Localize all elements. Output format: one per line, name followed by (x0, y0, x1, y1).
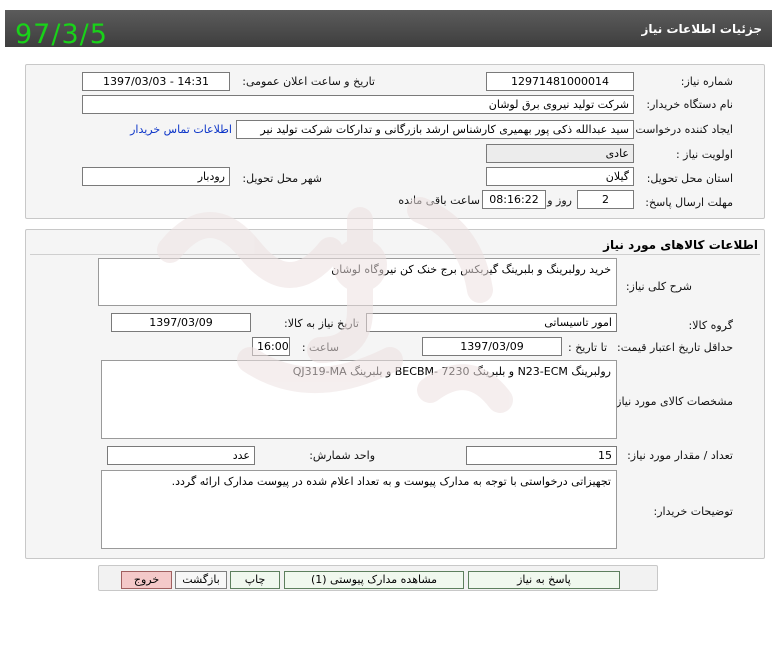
attachments-button[interactable]: مشاهده مدارک پیوستی (1) (284, 571, 464, 589)
page-header: 97/3/5 جزئیات اطلاعات نیاز (5, 10, 772, 50)
page-title: جزئیات اطلاعات نیاز (641, 22, 762, 36)
announce-field: 1397/03/03 - 14:31 (82, 72, 230, 91)
unit-field: عدد (107, 446, 255, 465)
price-valid-label: حداقل تاریخ اعتبار قیمت: (617, 341, 733, 354)
deadline-label: مهلت ارسال پاسخ: (645, 196, 733, 209)
print-button[interactable]: چاپ (230, 571, 280, 589)
hour-label: ساعت : (301, 341, 339, 354)
city-label: شهر محل تحویل: (242, 172, 322, 185)
creator-label: ایجاد کننده درخواست: (631, 123, 733, 136)
remaining-word: ساعت باقی مانده (398, 194, 480, 207)
group-field: امور تاسیساتی (366, 313, 617, 332)
time-field: 08:16:22 (482, 190, 546, 209)
unit-label: واحد شمارش: (309, 449, 375, 462)
need-number-field: 12971481000014 (486, 72, 634, 91)
quantity-label: تعداد / مقدار مورد نیاز: (627, 449, 733, 462)
goods-section-title: اطلاعات کالاهای مورد نیاز (603, 238, 758, 252)
need-number-label: شماره نیاز: (680, 75, 733, 88)
days-field: 2 (577, 190, 634, 209)
need-date-label: تاریخ نیاز به کالا: (284, 317, 359, 330)
summary-label: شرح کلی نیاز: (625, 280, 692, 293)
until-date-field: 1397/03/09 (422, 337, 562, 356)
notes-label: توضیحات خریدار: (653, 505, 734, 518)
creator-field: سید عبدالله ذکی پور بهمیری کارشناس ارشد … (236, 120, 634, 139)
province-label: استان محل تحویل: (646, 172, 733, 185)
city-field: رودبار (82, 167, 230, 186)
reply-button[interactable]: پاسخ به نیاز (468, 571, 620, 589)
quantity-field: 15 (466, 446, 617, 465)
until-label: تا تاریخ : (568, 341, 607, 354)
group-label: گروه کالا: (688, 319, 733, 332)
specs-box: رولبرینگ N23-ECM و بلبرینگ BECBM- 7230 و… (101, 360, 617, 439)
need-date-field: 1397/03/09 (111, 313, 251, 332)
contact-buyer-link[interactable]: اطلاعات تماس خریدار (130, 123, 232, 136)
hour-field: 16:00 (252, 337, 290, 356)
exit-button[interactable]: خروج (121, 571, 172, 589)
days-word: روز و (547, 194, 572, 207)
date-stamp: 97/3/5 (15, 19, 108, 50)
buyer-org-label: نام دستگاه خریدار: (646, 98, 733, 111)
notes-box: تجهیزاتی درخواستی با توجه به مدارک پیوست… (101, 470, 617, 549)
back-button[interactable]: بازگشت (175, 571, 227, 589)
province-field: گیلان (486, 167, 634, 186)
specs-label: مشخصات کالای مورد نیاز: (612, 395, 733, 408)
buyer-org-field: شرکت تولید نیروی برق لوشان (82, 95, 634, 114)
announce-label: تاریخ و ساعت اعلان عمومی: (242, 75, 375, 88)
summary-box: خرید رولبرینگ و بلبرینگ گیربکس برج خنک ک… (98, 258, 617, 306)
priority-field: عادی (486, 144, 634, 163)
priority-label: اولویت نیاز : (675, 148, 733, 161)
goods-divider (30, 254, 760, 255)
